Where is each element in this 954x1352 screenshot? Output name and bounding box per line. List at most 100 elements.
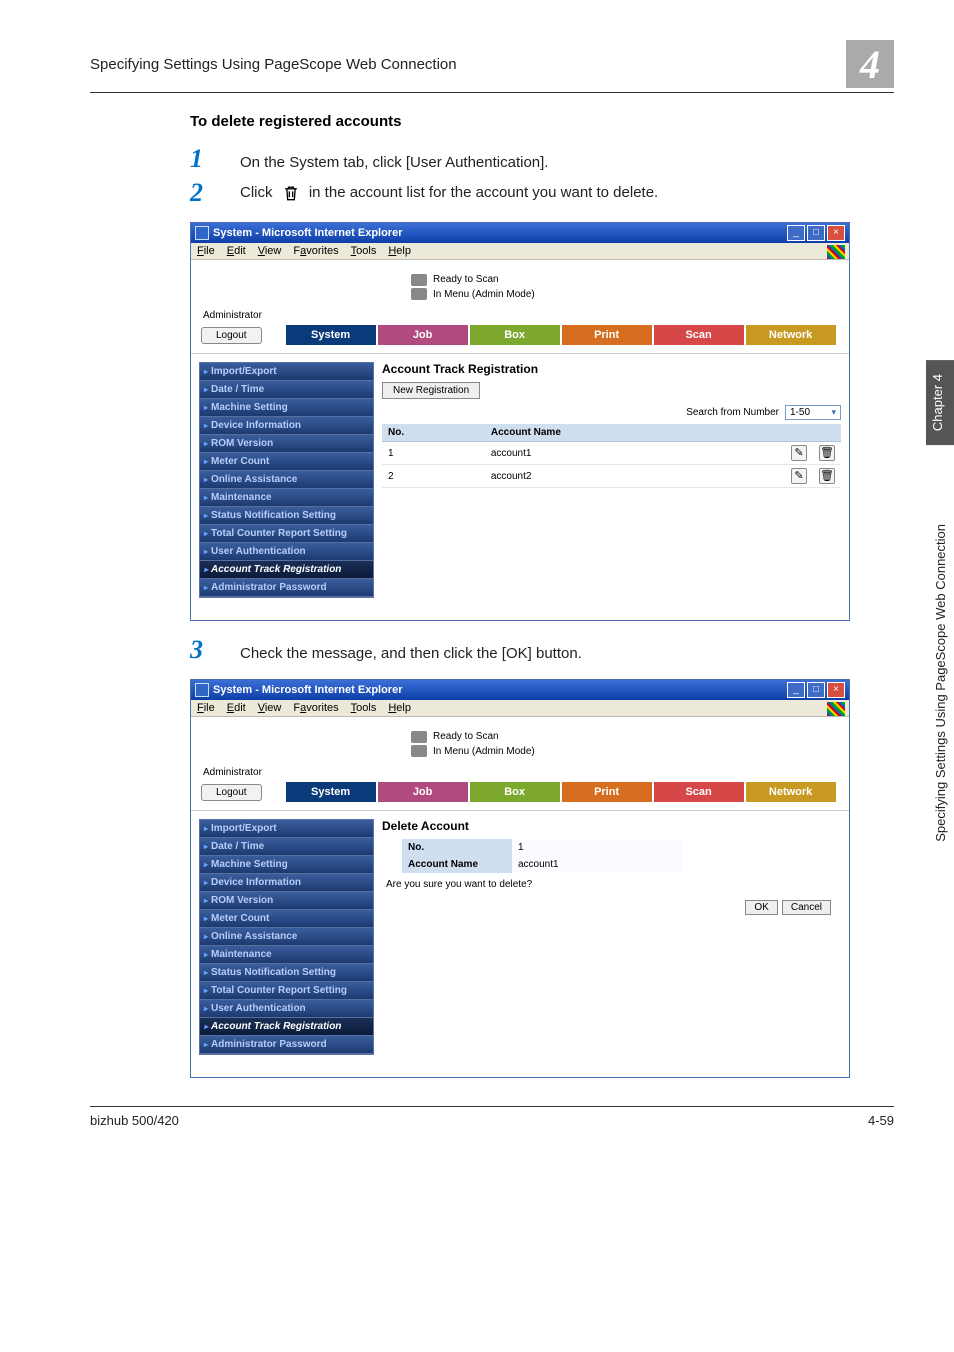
step-2-number: 2 — [190, 178, 240, 208]
cell-name: account2 — [485, 465, 785, 488]
logout-button[interactable]: Logout — [201, 784, 262, 801]
menu-help[interactable]: Help — [388, 245, 411, 257]
printer-icon — [411, 731, 427, 743]
sidebar-item-maintenance[interactable]: Maintenance — [200, 946, 373, 964]
sidebar-item-online-assistance[interactable]: Online Assistance — [200, 471, 373, 489]
menubar: File Edit View Favorites Tools Help — [191, 243, 849, 260]
new-registration-button[interactable]: New Registration — [382, 382, 480, 399]
tab-network[interactable]: Network — [746, 782, 836, 802]
status-ready: Ready to Scan — [433, 274, 535, 285]
administrator-label: Administrator — [203, 310, 849, 321]
search-range-select[interactable]: 1-50 ▾ — [785, 405, 841, 420]
sidebar-item-total-counter-report[interactable]: Total Counter Report Setting — [200, 525, 373, 543]
page-header-title: Specifying Settings Using PageScope Web … — [90, 56, 457, 73]
tab-scan[interactable]: Scan — [654, 325, 744, 345]
menu-favorites[interactable]: Favorites — [293, 702, 338, 714]
tab-scan[interactable]: Scan — [654, 782, 744, 802]
tab-network[interactable]: Network — [746, 325, 836, 345]
sidebar-item-import-export[interactable]: Import/Export — [200, 363, 373, 381]
table-row: 1 account1 ✎ 🗑 — [382, 442, 841, 465]
menu-file[interactable]: File — [197, 702, 215, 714]
search-label: Search from Number — [686, 407, 779, 418]
edit-icon[interactable]: ✎ — [791, 445, 807, 461]
sidebar-item-user-authentication[interactable]: User Authentication — [200, 1000, 373, 1018]
close-button[interactable]: × — [827, 682, 845, 698]
tab-system[interactable]: System — [286, 782, 376, 802]
menu-view[interactable]: View — [258, 245, 282, 257]
menu-tools[interactable]: Tools — [351, 245, 377, 257]
footer-page: 4-59 — [868, 1113, 894, 1128]
value-account-name: account1 — [512, 856, 682, 873]
cell-no: 1 — [382, 442, 485, 465]
cancel-button[interactable]: Cancel — [782, 900, 831, 915]
sidebar-item-device-information[interactable]: Device Information — [200, 417, 373, 435]
sidebar-item-account-track-registration[interactable]: Account Track Registration — [200, 561, 373, 579]
maximize-button[interactable]: □ — [807, 225, 825, 241]
sidebar-item-maintenance[interactable]: Maintenance — [200, 489, 373, 507]
trash-icon[interactable]: 🗑 — [819, 445, 835, 461]
sidebar-item-administrator-password[interactable]: Administrator Password — [200, 1036, 373, 1054]
administrator-label: Administrator — [203, 767, 849, 778]
logout-button[interactable]: Logout — [201, 327, 262, 344]
tab-system[interactable]: System — [286, 325, 376, 345]
tab-print[interactable]: Print — [562, 325, 652, 345]
search-range-value: 1-50 — [790, 407, 810, 418]
confirm-message: Are you sure you want to delete? — [386, 879, 841, 890]
account-table: No. Account Name 1 account1 ✎ 🗑 2 — [382, 424, 841, 488]
col-account-name: Account Name — [485, 424, 785, 442]
section-heading: To delete registered accounts — [190, 113, 894, 130]
tab-box[interactable]: Box — [470, 325, 560, 345]
cell-name: account1 — [485, 442, 785, 465]
sidebar-item-user-authentication[interactable]: User Authentication — [200, 543, 373, 561]
menu-help[interactable]: Help — [388, 702, 411, 714]
sidebar-item-meter-count[interactable]: Meter Count — [200, 453, 373, 471]
minimize-button[interactable]: _ — [787, 682, 805, 698]
sidebar-item-status-notification[interactable]: Status Notification Setting — [200, 507, 373, 525]
step-3-text: Check the message, and then click the [O… — [240, 645, 582, 662]
browser-window-2: System - Microsoft Internet Explorer _ □… — [190, 679, 850, 1078]
sidebar-item-machine-setting[interactable]: Machine Setting — [200, 856, 373, 874]
browser-window-1: System - Microsoft Internet Explorer _ □… — [190, 222, 850, 621]
titlebar: System - Microsoft Internet Explorer _ □… — [191, 223, 849, 243]
sidebar-item-date-time[interactable]: Date / Time — [200, 381, 373, 399]
sidebar-item-device-information[interactable]: Device Information — [200, 874, 373, 892]
sidebar-item-rom-version[interactable]: ROM Version — [200, 892, 373, 910]
menu-view[interactable]: View — [258, 702, 282, 714]
sidebar-item-total-counter-report[interactable]: Total Counter Report Setting — [200, 982, 373, 1000]
sidebar-item-administrator-password[interactable]: Administrator Password — [200, 579, 373, 597]
sidebar: Import/Export Date / Time Machine Settin… — [199, 819, 374, 1055]
tab-box[interactable]: Box — [470, 782, 560, 802]
edit-icon[interactable]: ✎ — [791, 468, 807, 484]
trash-icon[interactable]: 🗑 — [819, 468, 835, 484]
titlebar: System - Microsoft Internet Explorer _ □… — [191, 680, 849, 700]
ok-button[interactable]: OK — [745, 900, 777, 915]
sidebar-item-rom-version[interactable]: ROM Version — [200, 435, 373, 453]
sidebar-item-meter-count[interactable]: Meter Count — [200, 910, 373, 928]
menu-tools[interactable]: Tools — [351, 702, 377, 714]
maximize-button[interactable]: □ — [807, 682, 825, 698]
status-ready: Ready to Scan — [433, 731, 535, 742]
sidebar-item-date-time[interactable]: Date / Time — [200, 838, 373, 856]
sidebar-item-online-assistance[interactable]: Online Assistance — [200, 928, 373, 946]
menu-edit[interactable]: Edit — [227, 245, 246, 257]
menu-favorites[interactable]: Favorites — [293, 245, 338, 257]
printer-icon — [411, 288, 427, 300]
window-title: System - Microsoft Internet Explorer — [213, 684, 403, 696]
chevron-down-icon: ▾ — [831, 407, 836, 418]
trash-icon — [281, 183, 301, 203]
tab-print[interactable]: Print — [562, 782, 652, 802]
sidebar-item-account-track-registration[interactable]: Account Track Registration — [200, 1018, 373, 1036]
label-account-name: Account Name — [402, 856, 512, 873]
sidebar-item-machine-setting[interactable]: Machine Setting — [200, 399, 373, 417]
menu-edit[interactable]: Edit — [227, 702, 246, 714]
sidebar-item-status-notification[interactable]: Status Notification Setting — [200, 964, 373, 982]
close-button[interactable]: × — [827, 225, 845, 241]
minimize-button[interactable]: _ — [787, 225, 805, 241]
step-2-text-before: Click — [240, 184, 277, 201]
tab-job[interactable]: Job — [378, 325, 468, 345]
panel-title-delete: Delete Account — [382, 819, 841, 833]
sidebar-item-import-export[interactable]: Import/Export — [200, 820, 373, 838]
step-1-text: On the System tab, click [User Authentic… — [240, 154, 548, 171]
menu-file[interactable]: File — [197, 245, 215, 257]
tab-job[interactable]: Job — [378, 782, 468, 802]
